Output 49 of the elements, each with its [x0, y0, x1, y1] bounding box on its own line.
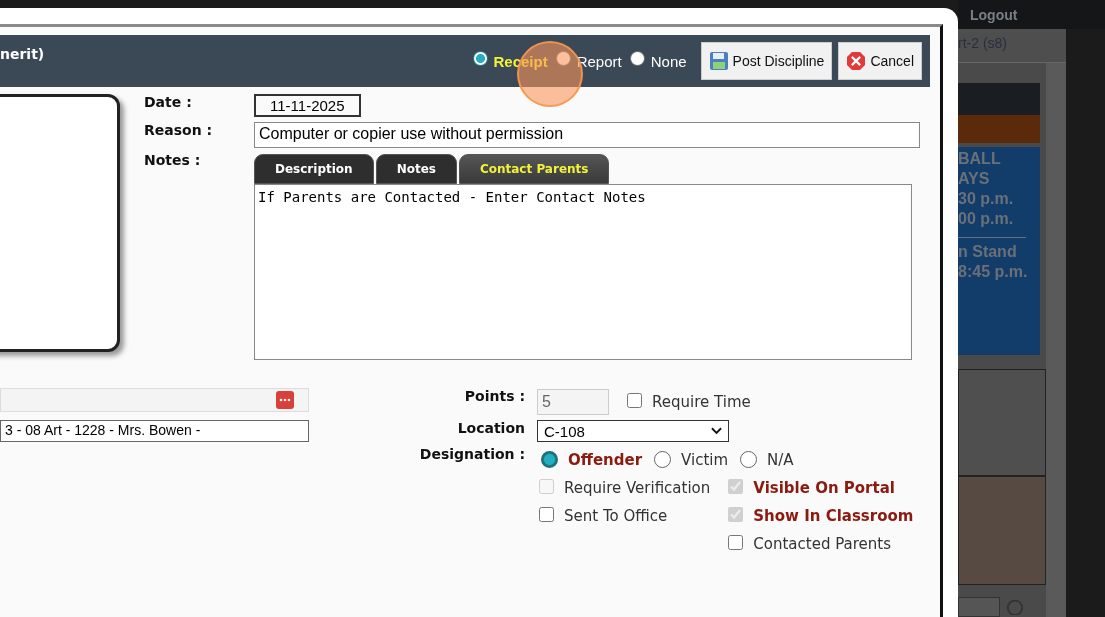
checkbox-label: Require Verification [564, 479, 711, 497]
search-field[interactable] [958, 597, 1000, 617]
radio-label: N/A [767, 451, 794, 469]
notice-text: 8:45 p.m. [958, 262, 1029, 282]
class-field[interactable]: 3 - 08 Art - 1228 - Mrs. Bowen - [0, 420, 309, 442]
field-label: Designation : [418, 446, 526, 464]
notice-text: AYS [958, 169, 991, 189]
field-label: Location [456, 420, 526, 438]
radio-label: Victim [681, 451, 729, 469]
notice-text: BALL [958, 149, 1002, 169]
field-label: Reason : [144, 122, 214, 140]
field-label: Points : [463, 388, 526, 406]
radio-button[interactable] [472, 50, 488, 66]
caret-icon [711, 427, 722, 435]
more-icon [276, 391, 294, 409]
checkbox-label: Contacted Parents [753, 535, 891, 553]
notice-text: n Stand [958, 242, 1018, 262]
cancel-button[interactable]: Cancel [838, 42, 922, 80]
reason-field[interactable]: Computer or copier use without permission [254, 122, 920, 148]
tab[interactable]: Description [254, 154, 374, 184]
radio-label: None [650, 52, 687, 70]
lookup-field[interactable] [0, 388, 309, 412]
radio-label: Offender [568, 451, 643, 469]
field-label: Notes : [144, 152, 202, 170]
checkbox-label: Sent To Office [564, 507, 668, 525]
radio-button[interactable] [555, 50, 571, 66]
checkbox[interactable] [728, 534, 744, 550]
location-dropdown[interactable]: C-108 [537, 420, 729, 442]
date-field[interactable]: 11-11-2025 [254, 94, 361, 117]
post-button[interactable]: Post Discipline [700, 42, 833, 80]
scrollbar[interactable] [1046, 63, 1066, 617]
logout-link[interactable]: Logout [970, 6, 1018, 23]
radio-button[interactable] [541, 450, 558, 468]
close-icon [846, 51, 867, 71]
checkbox[interactable] [627, 392, 642, 408]
field-label: Date : [144, 94, 193, 112]
notes-text-area[interactable]: If Parents are Contacted - Enter Contact Notes [254, 184, 912, 360]
checkbox[interactable] [539, 506, 554, 522]
tab[interactable]: Notes [375, 154, 457, 184]
tab[interactable]: Contact Parents [458, 154, 610, 184]
radio-button[interactable] [629, 50, 645, 66]
notice-text: 30 p.m. [958, 189, 1015, 209]
notice-text: 00 p.m. [958, 209, 1015, 229]
checkbox-label: Require Time [652, 393, 751, 411]
checkbox-label: Show In Classroom [753, 507, 914, 525]
checkbox-label: Visible On Portal [753, 479, 895, 497]
radio-button[interactable] [740, 450, 758, 468]
dialog-title: nerit) [0, 46, 45, 62]
radio-button[interactable] [654, 450, 672, 468]
